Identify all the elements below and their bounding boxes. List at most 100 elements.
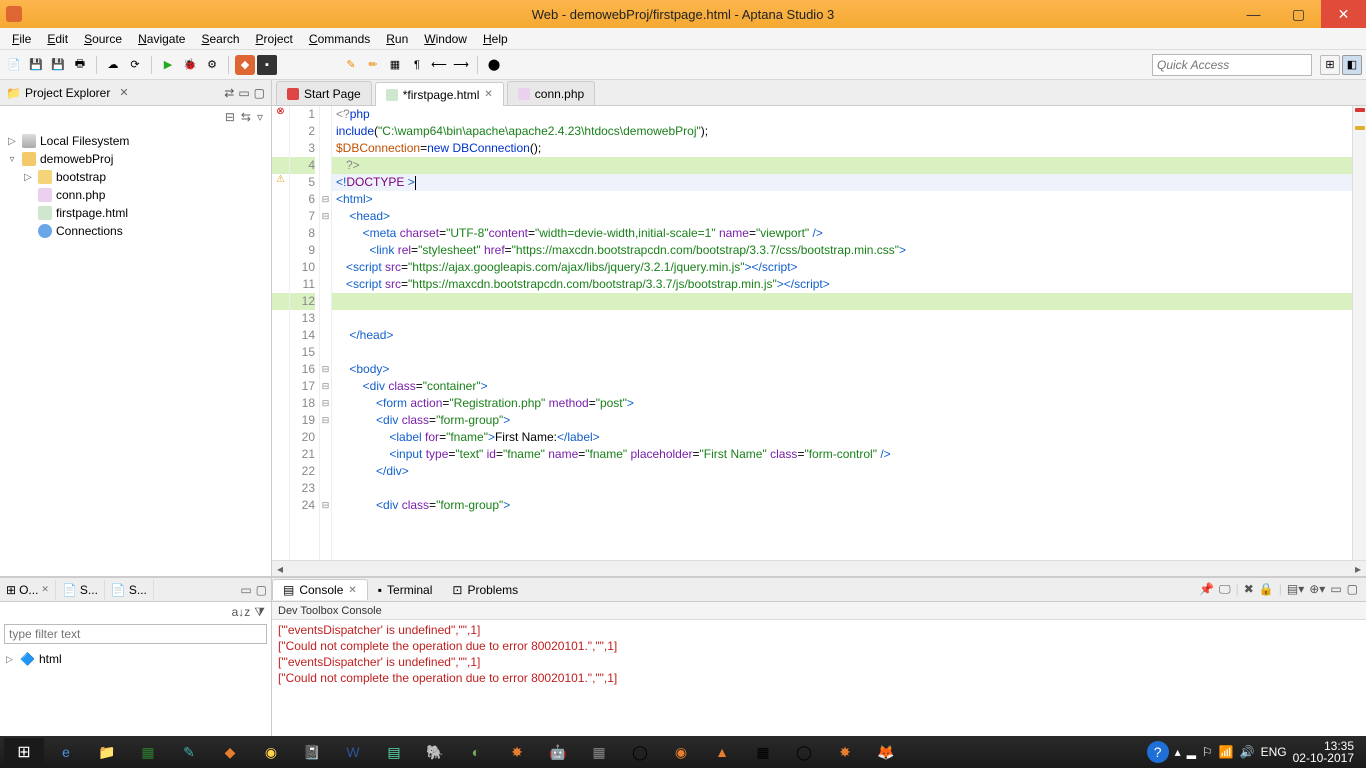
menu-run[interactable]: Run <box>378 30 416 48</box>
tray-network-icon[interactable]: 📶 <box>1219 745 1234 759</box>
panel-close-icon[interactable]: ✕ <box>116 86 131 99</box>
cloud-button[interactable]: ☁ <box>103 55 123 75</box>
menu-edit[interactable]: Edit <box>39 30 76 48</box>
forward-button[interactable]: ⟶ <box>451 55 471 75</box>
tab-problems[interactable]: ⊡Problems <box>442 580 528 600</box>
filter-icon[interactable]: ⧩ <box>254 605 265 620</box>
perspective-web-button[interactable]: ⊞ <box>1320 55 1340 75</box>
outline-item-html[interactable]: ▷🔷html <box>6 650 265 668</box>
horizontal-scrollbar[interactable]: ◂ ▸ <box>272 560 1366 576</box>
taskbar-eclipse[interactable]: ◐ <box>457 738 495 766</box>
tree-item-connections[interactable]: Connections <box>0 222 271 240</box>
taskbar-app3[interactable]: ◉ <box>252 738 290 766</box>
taskbar-android[interactable]: 🤖 <box>539 738 577 766</box>
taskbar-app1[interactable]: ✎ <box>170 738 208 766</box>
save-button[interactable]: 💾 <box>26 55 46 75</box>
taskbar-pg[interactable]: 🐘 <box>416 738 454 766</box>
save-all-button[interactable]: 💾 <box>48 55 68 75</box>
outline-tree[interactable]: ▷🔷html <box>0 646 271 672</box>
print-button[interactable]: 🖶 <box>70 55 90 75</box>
taskbar-ie[interactable]: e <box>47 738 85 766</box>
link-icon[interactable]: ⇆ <box>241 110 251 124</box>
menu-project[interactable]: Project <box>248 30 301 48</box>
tree-item-conn-php[interactable]: conn.php <box>0 186 271 204</box>
scroll-lock-icon[interactable]: 🔒 <box>1259 582 1274 597</box>
taskbar-excel[interactable]: ▦ <box>129 738 167 766</box>
quick-access-input[interactable] <box>1152 54 1312 76</box>
maximize-panel-icon[interactable]: ▢ <box>1347 582 1358 597</box>
outline-tab[interactable]: ⊞O...✕ <box>0 580 56 600</box>
console-output[interactable]: ["'eventsDispatcher' is undefined","",1]… <box>272 620 1366 736</box>
maximize-panel-icon[interactable]: ▢ <box>256 583 267 597</box>
new-console-icon[interactable]: ⊕▾ <box>1309 582 1325 597</box>
tree-item-local-filesystem[interactable]: ▷Local Filesystem <box>0 132 271 150</box>
external-tools-button[interactable]: ⚙ <box>202 55 222 75</box>
editor-tab-start-page[interactable]: Start Page <box>276 81 372 105</box>
whitespace-button[interactable]: ¶ <box>407 55 427 75</box>
collapse-all-icon[interactable]: ⊟ <box>225 110 235 124</box>
menu-search[interactable]: Search <box>193 30 247 48</box>
terminal-button[interactable]: ▪ <box>257 55 277 75</box>
taskbar-chrome2[interactable]: ◯ <box>785 738 823 766</box>
tray-clock[interactable]: 13:3502-10-2017 <box>1293 740 1354 764</box>
taskbar-app4[interactable]: ▤ <box>375 738 413 766</box>
code-content[interactable]: <?phpinclude("C:\wamp64\bin\apache\apach… <box>332 106 1366 560</box>
tree-item-demowebproj[interactable]: ▿demowebProj <box>0 150 271 168</box>
tab-console[interactable]: ▤Console✕ <box>272 579 368 600</box>
tree-item-firstpage-html[interactable]: firstpage.html <box>0 204 271 222</box>
tab-terminal[interactable]: ▪Terminal <box>368 580 443 600</box>
back-button[interactable]: ⟵ <box>429 55 449 75</box>
tray-battery-icon[interactable]: ▂ <box>1187 745 1196 759</box>
close-button[interactable]: ✕ <box>1321 0 1366 28</box>
minimize-button[interactable]: — <box>1231 0 1276 28</box>
start-button[interactable]: ⊞ <box>4 738 44 766</box>
error-marker[interactable] <box>1355 108 1365 112</box>
maximize-button[interactable]: ▢ <box>1276 0 1321 28</box>
link-editor-icon[interactable]: ⇄ <box>224 86 234 100</box>
taskbar-vlc[interactable]: ▲ <box>703 738 741 766</box>
taskbar-word[interactable]: W <box>334 738 372 766</box>
scroll-track[interactable] <box>288 563 1350 575</box>
menu-help[interactable]: Help <box>475 30 516 48</box>
scroll-left-icon[interactable]: ◂ <box>272 562 288 576</box>
fold-column[interactable]: ⊟⊟⊟⊟⊟⊟⊟ <box>320 106 332 560</box>
taskbar-notepad[interactable]: 📓 <box>293 738 331 766</box>
menu-commands[interactable]: Commands <box>301 30 378 48</box>
tree-item-bootstrap[interactable]: ▷bootstrap <box>0 168 271 186</box>
scroll-right-icon[interactable]: ▸ <box>1350 562 1366 576</box>
open-console-icon[interactable]: ▤▾ <box>1287 582 1304 597</box>
wand-button[interactable]: ✎ <box>341 55 361 75</box>
source-tab-2[interactable]: 📄S... <box>105 580 154 600</box>
minimize-panel-icon[interactable]: ▭ <box>238 86 249 100</box>
overview-ruler[interactable] <box>1352 106 1366 560</box>
taskbar-app5[interactable]: ✸ <box>498 738 536 766</box>
block-select-button[interactable]: ▦ <box>385 55 405 75</box>
display-console-icon[interactable]: 🖵 <box>1219 582 1231 597</box>
tray-action-icon[interactable]: ⚐ <box>1202 745 1213 759</box>
taskbar-app8[interactable]: ▦ <box>744 738 782 766</box>
tray-volume-icon[interactable]: 🔊 <box>1240 745 1255 759</box>
aptana-button[interactable]: ◆ <box>235 55 255 75</box>
perspective-switch-button[interactable]: ◧ <box>1342 55 1362 75</box>
run-button[interactable]: ▶ <box>158 55 178 75</box>
editor-tab-conn-php[interactable]: conn.php <box>507 81 595 105</box>
project-explorer-tree[interactable]: ▷Local Filesystem▿demowebProj▷bootstrapc… <box>0 128 271 576</box>
taskbar-app6[interactable]: ▦ <box>580 738 618 766</box>
help-icon[interactable]: ? <box>1147 741 1169 763</box>
clear-console-icon[interactable]: ✖ <box>1244 582 1254 597</box>
menu-navigate[interactable]: Navigate <box>130 30 193 48</box>
warning-marker[interactable] <box>1355 126 1365 130</box>
taskbar-chrome[interactable]: ◯ <box>621 738 659 766</box>
view-menu-icon[interactable]: ▿ <box>257 110 263 124</box>
code-editor[interactable]: ⊗⚠ 1234567891011121314151617181920212223… <box>272 106 1366 560</box>
menu-source[interactable]: Source <box>76 30 130 48</box>
tray-up-icon[interactable]: ▴ <box>1175 745 1181 759</box>
tray-lang[interactable]: ENG <box>1261 745 1287 759</box>
taskbar-aptana[interactable]: ✸ <box>826 738 864 766</box>
minimize-panel-icon[interactable]: ▭ <box>240 583 251 597</box>
menu-file[interactable]: File <box>4 30 39 48</box>
sync-button[interactable]: ⟳ <box>125 55 145 75</box>
source-tab-1[interactable]: 📄S... <box>56 580 105 600</box>
pencil-button[interactable]: ✏ <box>363 55 383 75</box>
taskbar-explorer[interactable]: 📁 <box>88 738 126 766</box>
